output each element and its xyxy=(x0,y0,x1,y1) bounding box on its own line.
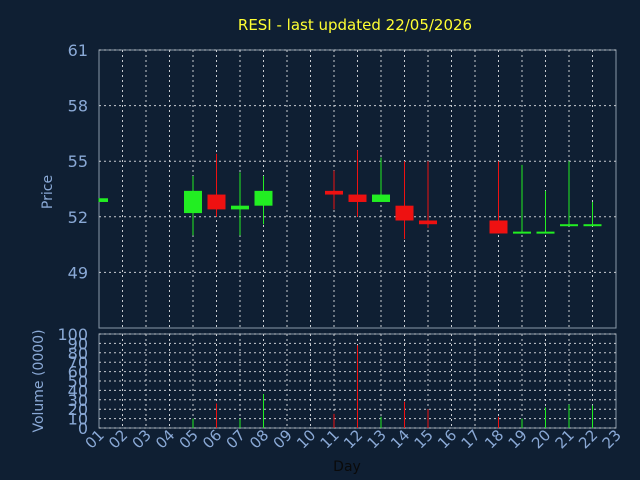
volume-y-axis-label: Volume (0000) xyxy=(31,329,47,432)
candle-body xyxy=(395,205,414,221)
x-tick-label: 05 xyxy=(176,426,202,452)
x-tick-label: 19 xyxy=(505,426,531,452)
chart-title: RESI - last updated 22/05/2026 xyxy=(238,16,472,34)
x-tick-label: 08 xyxy=(246,426,272,452)
candle-body xyxy=(513,231,531,234)
x-tick-label: 12 xyxy=(340,426,366,452)
x-tick-label: 22 xyxy=(575,426,601,452)
x-tick-label: 02 xyxy=(105,426,131,452)
x-tick-label: 09 xyxy=(270,426,296,452)
price-y-axis-label: Price xyxy=(40,175,56,209)
x-tick-label: 03 xyxy=(129,426,155,452)
x-tick-label: 18 xyxy=(481,426,507,452)
volume-panel: 1009080706050403020100 Volume (0000) xyxy=(31,325,617,438)
candle-body xyxy=(207,194,226,210)
candle-body xyxy=(536,231,555,234)
x-tick-label: 21 xyxy=(552,426,578,452)
price-panel: 61 58 55 52 49 Price xyxy=(40,41,617,329)
x-axis-ticks: 0102030405060708091011121314151617181920… xyxy=(82,426,625,452)
candle-body xyxy=(348,194,367,202)
candle-body xyxy=(254,190,273,206)
price-tick-label: 52 xyxy=(68,208,88,227)
volume-bars xyxy=(192,345,593,428)
candle-body xyxy=(99,198,108,202)
x-tick-label: 10 xyxy=(293,426,319,452)
candle-body xyxy=(184,190,202,214)
candle-body xyxy=(583,224,602,227)
x-tick-label: 23 xyxy=(599,426,625,452)
price-tick-label: 49 xyxy=(68,263,88,282)
candles xyxy=(98,150,602,240)
candle-body xyxy=(419,220,437,225)
x-tick-label: 16 xyxy=(434,426,460,452)
candle-body xyxy=(489,220,508,234)
x-axis-label: Day xyxy=(333,459,361,475)
x-tick-label: 17 xyxy=(458,426,484,452)
x-tick-label: 13 xyxy=(364,426,390,452)
volume-y-ticks: 1009080706050403020100 xyxy=(57,325,88,438)
x-tick-label: 20 xyxy=(528,426,554,452)
candle-body xyxy=(231,205,249,210)
stock-chart: RESI - last updated 22/05/2026 61 58 55 52 4… xyxy=(31,16,625,475)
candle-body xyxy=(325,190,343,195)
x-tick-label: 07 xyxy=(223,426,249,452)
price-tick-label: 58 xyxy=(68,97,88,116)
candle-body xyxy=(560,224,578,227)
x-tick-label: 11 xyxy=(317,426,343,452)
price-y-ticks: 61 58 55 52 49 xyxy=(68,41,88,282)
x-tick-label: 15 xyxy=(411,426,437,452)
price-tick-label: 61 xyxy=(68,41,88,60)
price-tick-label: 55 xyxy=(68,152,88,171)
x-tick-label: 06 xyxy=(199,426,225,452)
x-tick-label: 04 xyxy=(152,426,178,452)
x-tick-label: 14 xyxy=(387,426,413,452)
candle-body xyxy=(372,194,390,202)
